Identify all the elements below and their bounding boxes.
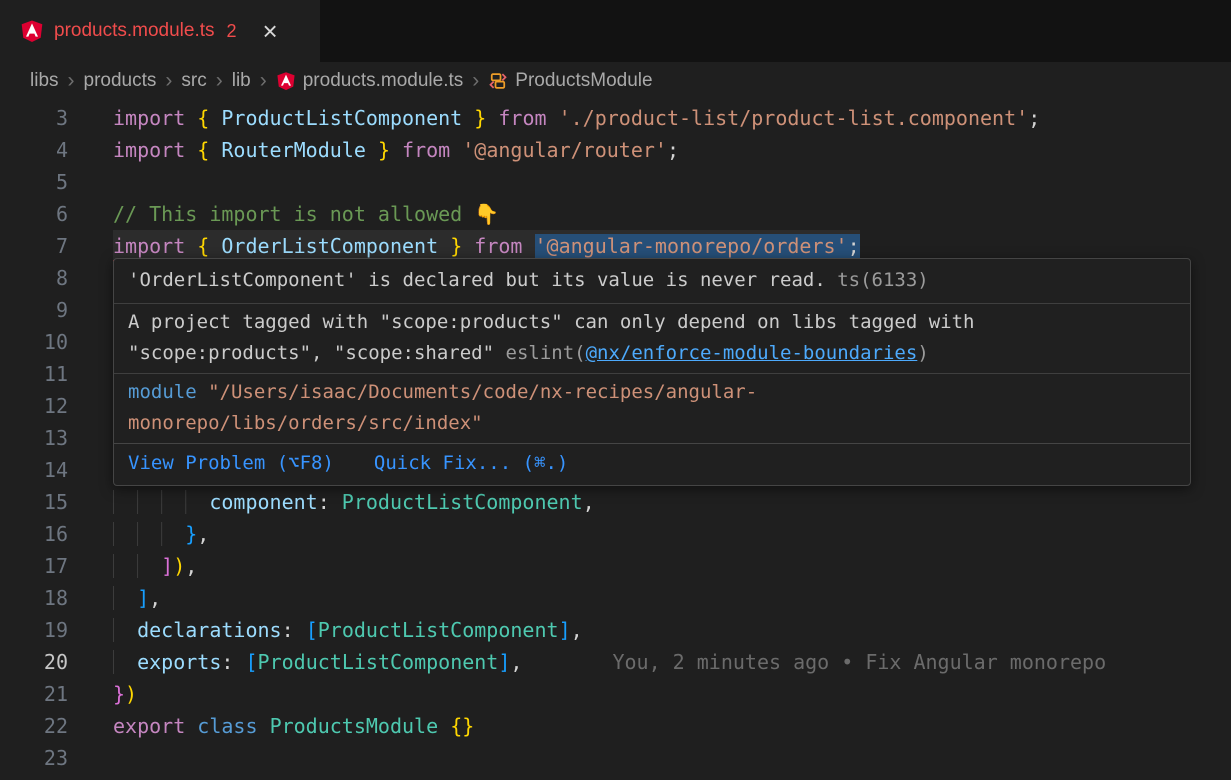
code-line[interactable]: 19 declarations: [ProductListComponent],	[0, 614, 1231, 646]
angular-icon	[276, 71, 296, 91]
diagnostic-code: ts(6133)	[837, 269, 929, 291]
code-line[interactable]: 6 // This import is not allowed 👇	[0, 198, 1231, 230]
diagnostic-source: eslint(@nx/enforce-module-boundaries)	[506, 342, 929, 364]
code-line[interactable]: 15 component: ProductListComponent,	[0, 486, 1231, 518]
code-line[interactable]: 5	[0, 166, 1231, 198]
line-number[interactable]: 16	[0, 518, 80, 550]
code-content[interactable]: })	[113, 678, 137, 710]
angular-icon	[20, 19, 44, 43]
chevron-right-icon: ›	[165, 69, 172, 93]
module-path: "/Users/isaac/Documents/code/nx-recipes/…	[128, 381, 757, 434]
code-line[interactable]: 3 import { ProductListComponent } from '.…	[0, 102, 1231, 134]
code-line[interactable]: 21})	[0, 678, 1231, 710]
code-content[interactable]: // This import is not allowed 👇	[113, 198, 499, 230]
module-keyword: module	[128, 381, 197, 403]
hover-module-info: module "/Users/isaac/Documents/code/nx-r…	[114, 373, 1190, 443]
code-content[interactable]: ]),	[113, 550, 197, 582]
line-number[interactable]: 8	[0, 262, 80, 294]
tab-bar: products.module.ts 2 ×	[0, 0, 1231, 62]
breadcrumb-item-symbol[interactable]: ProductsModule	[488, 70, 652, 92]
chevron-right-icon: ›	[216, 69, 223, 93]
line-number[interactable]: 10	[0, 326, 80, 358]
close-icon[interactable]: ×	[263, 18, 278, 44]
line-number[interactable]: 5	[0, 166, 80, 198]
line-number[interactable]: 14	[0, 454, 80, 486]
tab-problems-badge: 2	[227, 21, 237, 42]
hover-diagnostic-unused: 'OrderListComponent' is declared but its…	[114, 259, 1190, 303]
line-number[interactable]: 23	[0, 742, 80, 774]
breadcrumb-item-src[interactable]: src	[181, 70, 206, 92]
code-line[interactable]: 22 export class ProductsModule {}	[0, 710, 1231, 742]
code-line[interactable]: 16 },	[0, 518, 1231, 550]
breadcrumb-item-products[interactable]: products	[84, 70, 157, 92]
hover-widget: 'OrderListComponent' is declared but its…	[113, 258, 1191, 486]
diagnostic-message: 'OrderListComponent' is declared but its…	[128, 269, 826, 291]
line-number[interactable]: 22	[0, 710, 80, 742]
eslint-rule-link[interactable]: @nx/enforce-module-boundaries	[586, 342, 918, 364]
line-number[interactable]: 19	[0, 614, 80, 646]
breadcrumb-item-lib[interactable]: lib	[232, 70, 251, 92]
line-number[interactable]: 11	[0, 358, 80, 390]
line-number[interactable]: 15	[0, 486, 80, 518]
line-number[interactable]: 4	[0, 134, 80, 166]
hover-actions: View Problem (⌥F8) Quick Fix... (⌘.)	[114, 443, 1190, 485]
chevron-right-icon: ›	[260, 69, 267, 93]
line-number[interactable]: 21	[0, 678, 80, 710]
tab-products-module[interactable]: products.module.ts 2 ×	[0, 0, 320, 62]
breadcrumb: libs › products › src › lib › products.m…	[0, 62, 1231, 100]
hover-diagnostic-eslint: A project tagged with "scope:products" c…	[114, 303, 1190, 373]
code-content[interactable]: ],	[113, 582, 161, 614]
git-blame-annotation: You, 2 minutes ago • Fix Angular monorep…	[612, 650, 1106, 674]
line-number[interactable]: 3	[0, 102, 80, 134]
line-number[interactable]: 7	[0, 230, 80, 262]
code-line[interactable]: 20 exports: [ProductListComponent],You, …	[0, 646, 1231, 678]
tab-title: products.module.ts	[54, 20, 215, 42]
diagnostic-message: A project tagged with "scope:products" c…	[128, 311, 974, 333]
code-line[interactable]: 23	[0, 742, 1231, 774]
line-number[interactable]: 18	[0, 582, 80, 614]
chevron-right-icon: ›	[472, 69, 479, 93]
line-number[interactable]: 12	[0, 390, 80, 422]
code-content[interactable]: export class ProductsModule {}	[113, 710, 474, 742]
breadcrumb-item-file[interactable]: products.module.ts	[276, 70, 464, 92]
code-line[interactable]: 18 ],	[0, 582, 1231, 614]
line-number[interactable]: 17	[0, 550, 80, 582]
code-content[interactable]: declarations: [ProductListComponent],	[113, 614, 583, 646]
code-content[interactable]: import { RouterModule } from '@angular/r…	[113, 134, 679, 166]
code-content[interactable]: import { ProductListComponent } from './…	[113, 102, 1040, 134]
line-number[interactable]: 13	[0, 422, 80, 454]
code-content[interactable]: component: ProductListComponent,	[113, 486, 595, 518]
line-number[interactable]: 6	[0, 198, 80, 230]
chevron-right-icon: ›	[68, 69, 75, 93]
view-problem-button[interactable]: View Problem (⌥F8)	[128, 448, 334, 479]
line-number[interactable]: 9	[0, 294, 80, 326]
code-line[interactable]: 4 import { RouterModule } from '@angular/…	[0, 134, 1231, 166]
line-number[interactable]: 20	[0, 646, 80, 678]
code-content[interactable]: exports: [ProductListComponent],You, 2 m…	[113, 646, 1106, 678]
class-symbol-icon	[488, 71, 508, 91]
breadcrumb-item-libs[interactable]: libs	[30, 70, 59, 92]
vscode-window: { "icons": { "close": "×", "breadcrumb_s…	[0, 0, 1231, 780]
diagnostic-message: "scope:products", "scope:shared"	[128, 342, 494, 364]
code-content[interactable]: },	[113, 518, 209, 550]
quick-fix-button[interactable]: Quick Fix... (⌘.)	[374, 448, 568, 479]
code-line[interactable]: 17 ]),	[0, 550, 1231, 582]
